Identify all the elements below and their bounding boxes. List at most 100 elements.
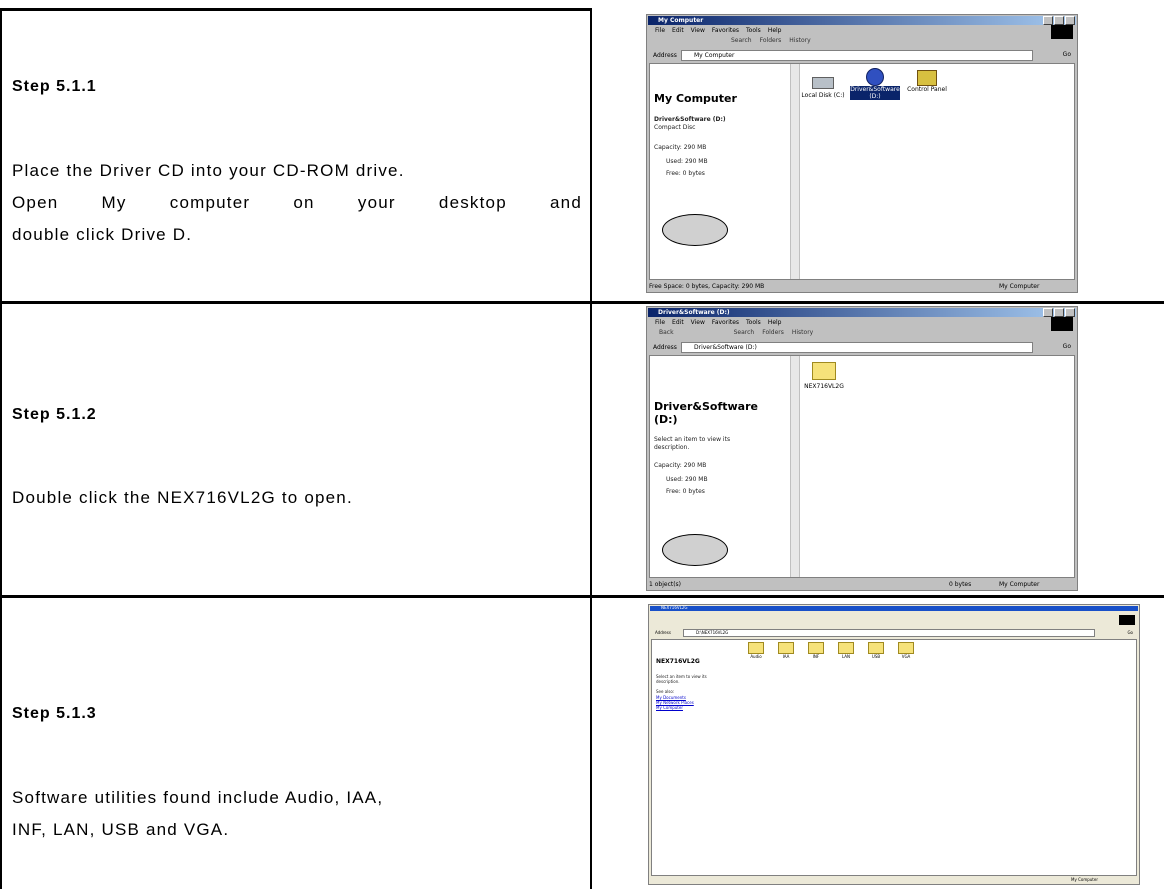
folder-label: USB: [871, 654, 881, 659]
step-3-line-1: Software utilities found include Audio, …: [12, 788, 384, 807]
windows-logo-icon: [1119, 615, 1135, 625]
link-my-computer[interactable]: My Computer: [656, 705, 683, 710]
scrollbar[interactable]: [790, 356, 800, 577]
folder-icon: [748, 642, 764, 654]
step-2-cell: Step 5.1.2: [12, 406, 582, 424]
menu-bar: File Edit View Favorites Tools Help: [655, 27, 789, 34]
status-right: My Computer: [999, 283, 1040, 290]
folder-label: LAN: [841, 654, 851, 659]
row-divider-1: [0, 301, 1164, 304]
info-pane: Driver&Software (D:) Select an item to v…: [650, 356, 790, 577]
menu-file[interactable]: File: [655, 319, 665, 326]
go-button[interactable]: Go: [1063, 51, 1071, 58]
maximize-icon[interactable]: [1054, 308, 1064, 317]
minimize-icon[interactable]: [1043, 308, 1053, 317]
menu-help[interactable]: Help: [768, 319, 782, 326]
minimize-icon[interactable]: [1043, 16, 1053, 25]
step-3-body: Software utilities found include Audio, …: [12, 782, 582, 846]
folder-inf[interactable]: INF: [804, 642, 828, 659]
address-bar: Address Driver&Software (D:) Go: [651, 342, 1073, 353]
step-1-line-1: Place the Driver CD into your CD-ROM dri…: [12, 161, 405, 180]
toolbar: Back Search Folders History: [651, 329, 1047, 340]
pane-title: My Computer: [654, 92, 737, 105]
screenshot-drive-d: Driver&Software (D:) File Edit View Favorit…: [646, 306, 1078, 591]
folder-nex716vl2g[interactable]: NEX716VL2G: [802, 362, 846, 390]
column-divider: [590, 8, 592, 889]
folder-label: VGA: [901, 654, 911, 659]
go-button[interactable]: Go: [1127, 630, 1133, 635]
menu-edit[interactable]: Edit: [672, 27, 684, 34]
window-controls: [1042, 16, 1075, 25]
menu-help[interactable]: Help: [768, 27, 782, 34]
maximize-icon[interactable]: [1054, 16, 1064, 25]
step-1-title: Step 5.1.1: [12, 78, 97, 95]
step-1-line-3: double click Drive D.: [12, 225, 193, 244]
disk-usage-icon: [662, 214, 728, 246]
hard-disk-icon: [812, 77, 834, 89]
pane-line-1: Select an item to view its: [654, 436, 731, 443]
pane-title: NEX716VL2G: [656, 658, 700, 665]
menu-edit[interactable]: Edit: [672, 319, 684, 326]
address-input[interactable]: D:\NEX716VL2G: [683, 629, 1095, 637]
cd-drive-icon: [866, 68, 884, 86]
pane-line-4: Capacity: 290 MB: [654, 144, 707, 151]
pane-line-2: description.: [654, 444, 690, 451]
window-controls: [1042, 308, 1075, 317]
control-panel-item[interactable]: Control Panel: [902, 70, 952, 93]
folder-iaa[interactable]: IAA: [774, 642, 798, 659]
menu-favorites[interactable]: Favorites: [712, 27, 739, 34]
close-icon[interactable]: [1065, 308, 1075, 317]
address-label: Address: [653, 52, 677, 59]
pane-line-4: Capacity: 290 MB: [654, 462, 707, 469]
folder-icon: [868, 642, 884, 654]
menu-bar: File Edit View Favorites Tools Help: [655, 319, 789, 326]
folder-icon: [778, 642, 794, 654]
folders-button[interactable]: Folders: [762, 329, 784, 336]
menu-tools[interactable]: Tools: [746, 27, 761, 34]
go-button[interactable]: Go: [1063, 343, 1071, 350]
status-left: Free Space: 0 bytes, Capacity: 290 MB: [649, 283, 765, 290]
drive-c-item[interactable]: Local Disk (C:): [798, 74, 848, 99]
step-3-line-2: INF, LAN, USB and VGA.: [12, 820, 230, 839]
drive-c-label: Local Disk (C:): [801, 92, 845, 99]
disk-usage-icon: [662, 534, 728, 566]
pane-line-1: Driver&Software (D:): [654, 116, 726, 123]
explorer-content: My Computer Driver&Software (D:) Compact…: [649, 63, 1075, 280]
folder-audio[interactable]: Audio: [744, 642, 768, 659]
table-border-top: [0, 8, 590, 11]
step-1-cell: Step 5.1.1: [12, 78, 582, 96]
explorer-content: NEX716VL2G Select an item to view its de…: [651, 639, 1137, 876]
toolbar: Search Folders History: [651, 37, 1047, 48]
step-3-title: Step 5.1.3: [12, 705, 97, 722]
step-1-line-2: Open My computer on your desktop and: [12, 193, 582, 212]
address-input[interactable]: My Computer: [681, 50, 1033, 61]
menu-view[interactable]: View: [691, 27, 705, 34]
search-button[interactable]: Search: [734, 329, 755, 336]
address-bar: Address D:\NEX716VL2G Go: [653, 629, 1135, 637]
close-icon[interactable]: [1065, 16, 1075, 25]
address-input[interactable]: Driver&Software (D:): [681, 342, 1033, 353]
screenshot-my-computer: My Computer File Edit View Favorites Tools He…: [646, 14, 1078, 293]
row-divider-2: [0, 595, 1164, 598]
drive-d-item[interactable]: Driver&Software (D:): [850, 68, 900, 100]
status-right: My Computer: [999, 581, 1040, 588]
window-title: NEX716VL2G: [661, 605, 688, 610]
menu-tools[interactable]: Tools: [746, 319, 761, 326]
folder-label: IAA: [782, 654, 790, 659]
folders-button[interactable]: Folders: [760, 37, 782, 44]
pane-line-5: Used: 290 MB: [666, 158, 708, 165]
search-button[interactable]: Search: [731, 37, 752, 44]
menu-file[interactable]: File: [655, 27, 665, 34]
back-button[interactable]: Back: [659, 329, 674, 336]
folder-usb[interactable]: USB: [864, 642, 888, 659]
pane-line-2: description.: [656, 679, 680, 684]
table-border-left: [0, 8, 2, 889]
folder-vga[interactable]: VGA: [894, 642, 918, 659]
history-button[interactable]: History: [789, 37, 810, 44]
menu-favorites[interactable]: Favorites: [712, 319, 739, 326]
folder-lan[interactable]: LAN: [834, 642, 858, 659]
history-button[interactable]: History: [792, 329, 813, 336]
folder-label: NEX716VL2G: [804, 383, 844, 390]
status-right: My Computer: [1071, 877, 1098, 882]
menu-view[interactable]: View: [691, 319, 705, 326]
